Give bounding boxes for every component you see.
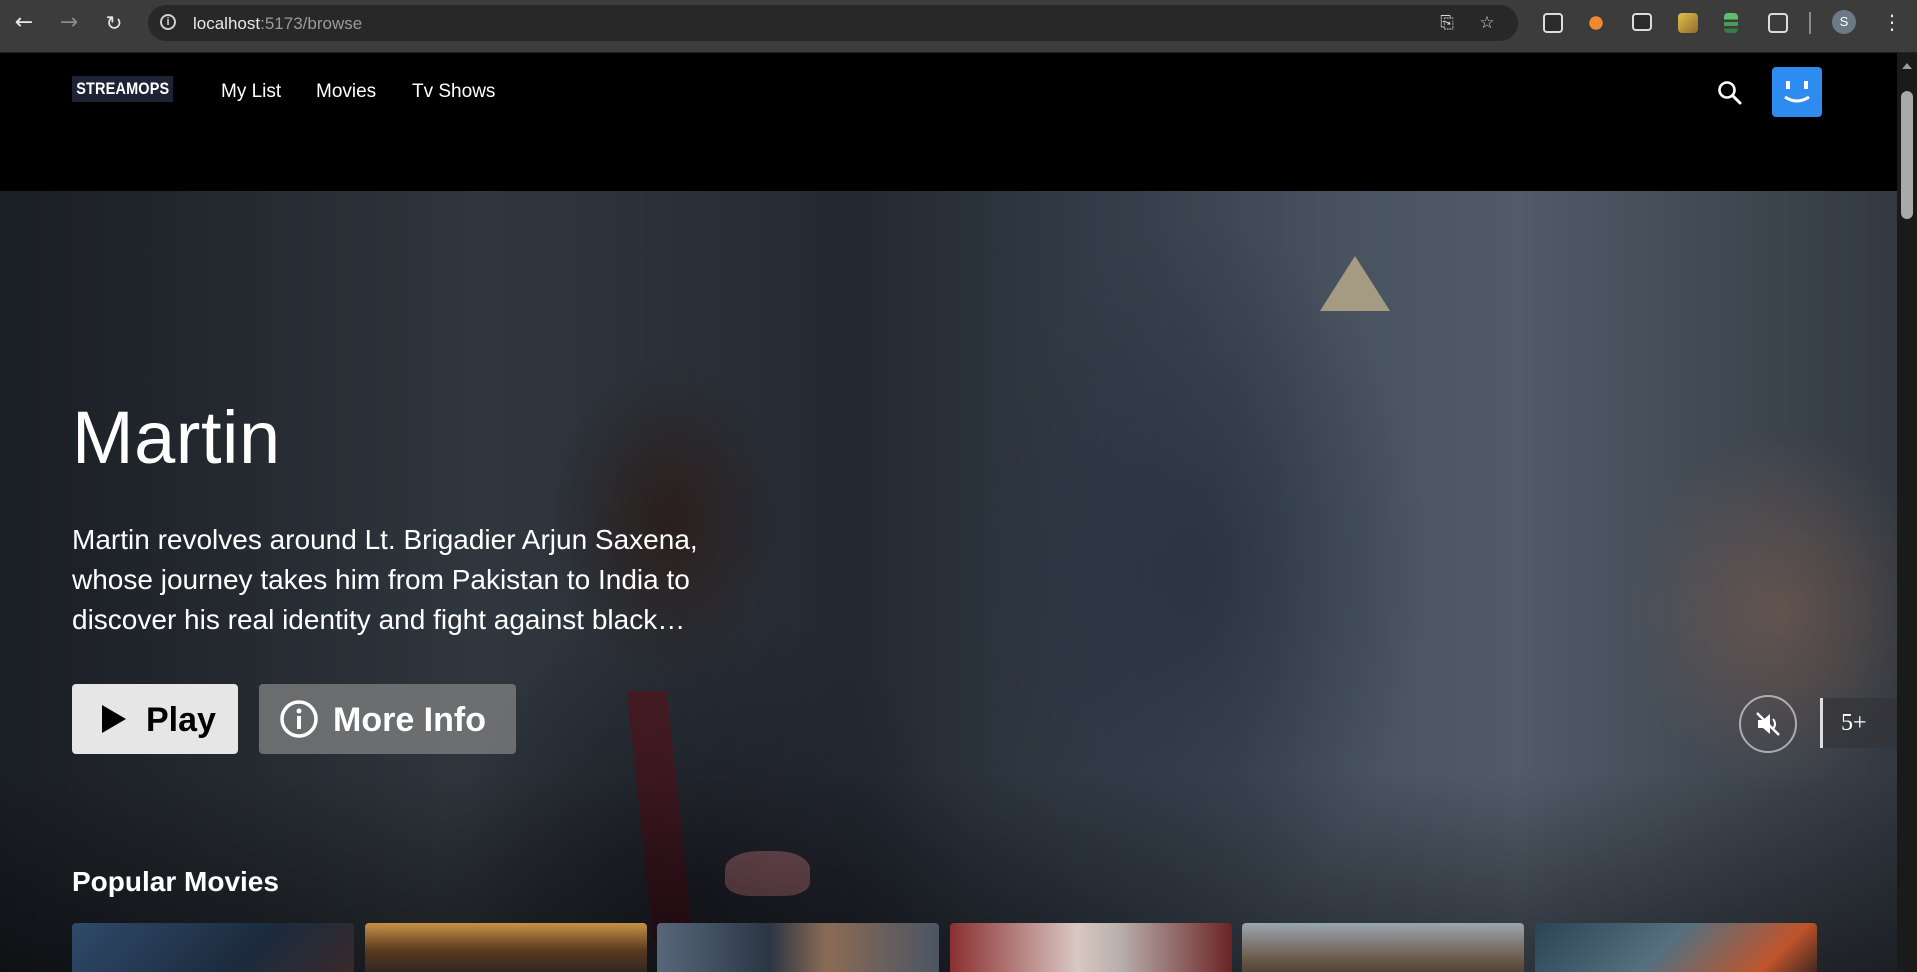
- more-info-label: More Info: [333, 701, 486, 739]
- movie-card[interactable]: [72, 923, 354, 972]
- install-icon[interactable]: ⎘: [1438, 14, 1456, 32]
- smiley-face-icon: [1784, 81, 1810, 103]
- user-avatar[interactable]: [1772, 67, 1822, 117]
- scroll-up-arrow[interactable]: [1902, 63, 1912, 69]
- reload-icon[interactable]: ↻: [102, 11, 126, 35]
- nav-tv-shows[interactable]: Tv Shows: [412, 81, 495, 103]
- extension-stack-icon[interactable]: [1724, 13, 1738, 33]
- profile-avatar[interactable]: S: [1832, 10, 1856, 34]
- movie-card[interactable]: [950, 923, 1232, 972]
- url-text[interactable]: localhost:5173/browse: [193, 14, 362, 34]
- info-circle-icon: [280, 700, 318, 738]
- mute-toggle-button[interactable]: [1739, 695, 1797, 753]
- nav-my-list[interactable]: My List: [221, 81, 281, 103]
- nav-movies[interactable]: Movies: [316, 81, 376, 103]
- toolbar-divider: [1809, 12, 1811, 34]
- play-button[interactable]: Play: [72, 684, 238, 754]
- browser-menu-icon[interactable]: ⋮: [1882, 10, 1902, 34]
- more-info-button[interactable]: More Info: [259, 684, 516, 754]
- play-button-label: Play: [146, 701, 216, 739]
- extension-puzzle-art-icon[interactable]: [1678, 13, 1698, 33]
- site-info-icon[interactable]: i: [160, 14, 176, 30]
- scrollbar-thumb[interactable]: [1901, 91, 1913, 219]
- extension-fox-icon[interactable]: [1586, 13, 1606, 33]
- play-icon: [102, 705, 126, 733]
- page: STREAMOPS My List Movies Tv Shows Martin…: [0, 53, 1897, 972]
- star-icon[interactable]: ☆: [1478, 14, 1496, 32]
- movie-card[interactable]: [657, 923, 939, 972]
- movie-card[interactable]: [1535, 923, 1817, 972]
- back-icon[interactable]: ←: [12, 11, 36, 35]
- row-title-popular-movies: Popular Movies: [72, 866, 279, 897]
- extensions-icon[interactable]: [1768, 13, 1788, 33]
- hero-title: Martin: [72, 396, 281, 479]
- movie-card[interactable]: [1242, 923, 1524, 972]
- hero-description: Martin revolves around Lt. Brigadier Arj…: [72, 524, 698, 635]
- browser-toolbar: ← → ↻ i localhost:5173/browse ⎘ ☆ S ⋮: [0, 0, 1917, 53]
- maturity-rating-badge: 5+: [1820, 698, 1897, 748]
- extension-video-icon[interactable]: [1543, 13, 1563, 33]
- extension-window-icon[interactable]: [1632, 13, 1652, 31]
- forward-icon[interactable]: →: [57, 11, 81, 35]
- volume-muted-icon: [1756, 712, 1780, 736]
- search-icon[interactable]: [1716, 79, 1744, 107]
- address-bar[interactable]: i localhost:5173/browse ⎘ ☆: [148, 5, 1518, 41]
- site-logo[interactable]: STREAMOPS: [72, 76, 174, 102]
- movie-card[interactable]: [365, 923, 647, 972]
- page-scrollbar[interactable]: [1897, 53, 1917, 972]
